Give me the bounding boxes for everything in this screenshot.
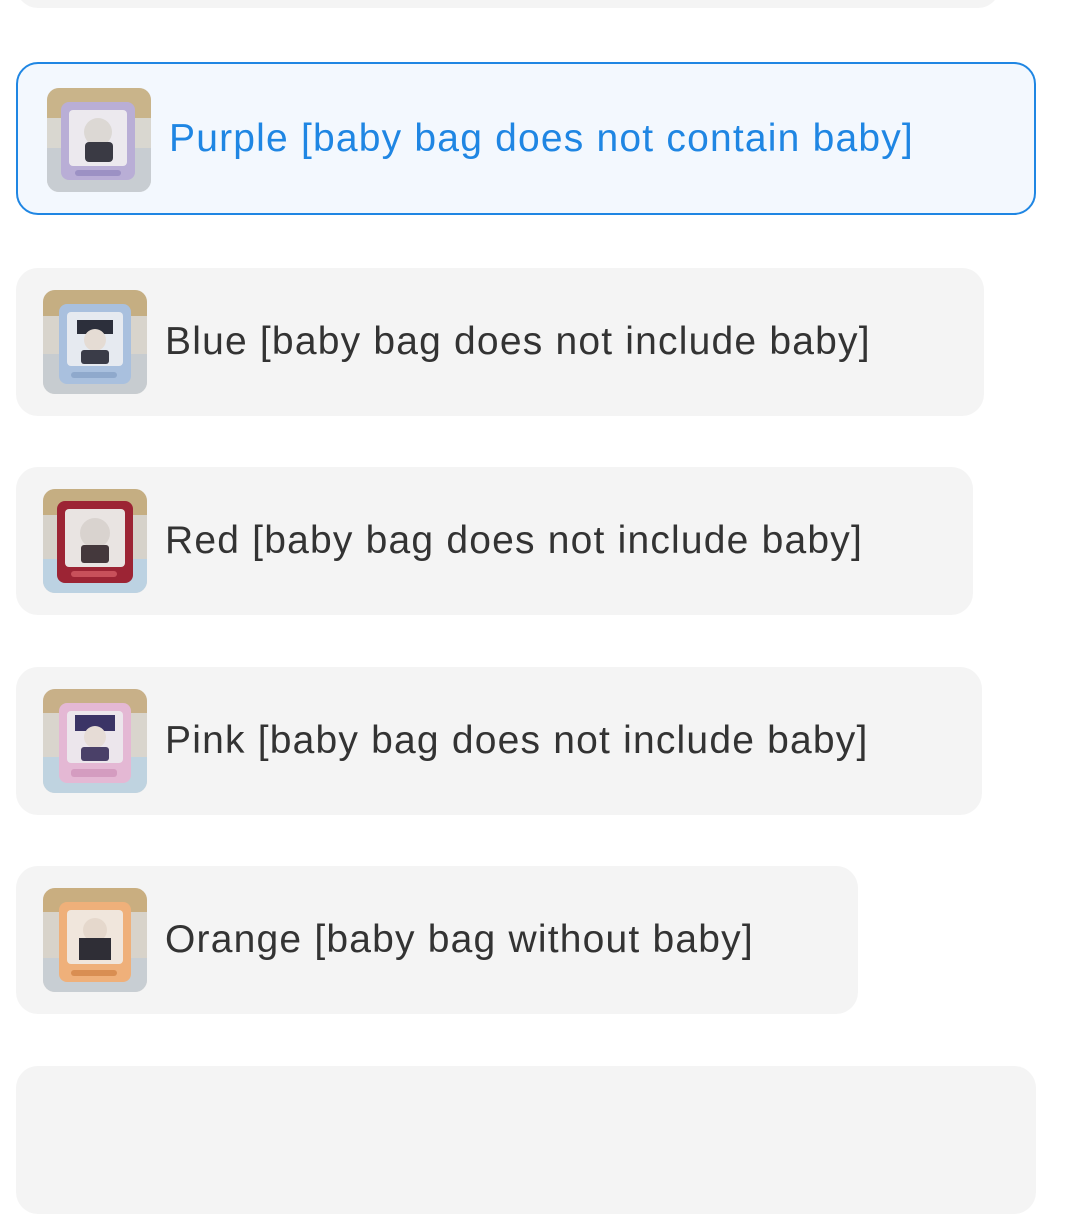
option-label: Orange [baby bag without baby]: [165, 918, 754, 961]
option-partial-bottom[interactable]: [16, 1066, 1036, 1214]
pink-bag-thumbnail: [43, 689, 147, 793]
option-orange[interactable]: Orange [baby bag without baby]: [16, 866, 858, 1014]
option-label: Purple [baby bag does not contain baby]: [169, 116, 914, 160]
option-partial-top[interactable]: [16, 0, 1000, 8]
option-purple[interactable]: Purple [baby bag does not contain baby]: [16, 62, 1036, 215]
red-bag-thumbnail: [43, 489, 147, 593]
option-blue[interactable]: Blue [baby bag does not include baby]: [16, 268, 984, 416]
orange-bag-thumbnail: [43, 888, 147, 992]
blue-bag-thumbnail: [43, 290, 147, 394]
option-label: Blue [baby bag does not include baby]: [165, 320, 871, 363]
option-label: Pink [baby bag does not include baby]: [165, 719, 869, 762]
option-label: Red [baby bag does not include baby]: [165, 519, 864, 562]
purple-bag-thumbnail: [47, 88, 151, 192]
option-red[interactable]: Red [baby bag does not include baby]: [16, 467, 973, 615]
option-pink[interactable]: Pink [baby bag does not include baby]: [16, 667, 982, 815]
